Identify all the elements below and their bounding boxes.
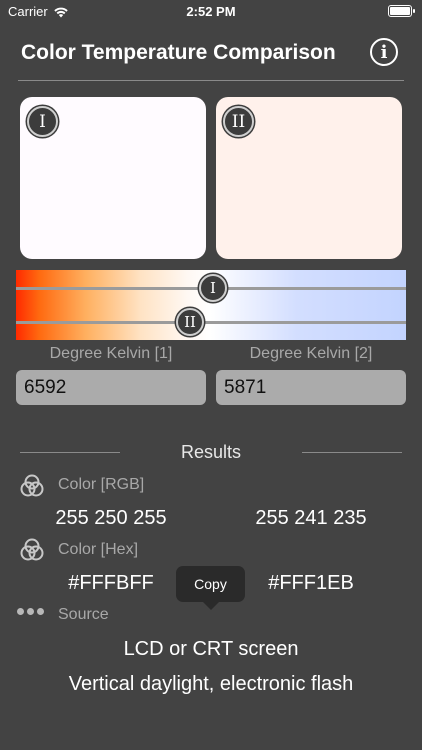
copy-tooltip[interactable]: Copy: [176, 566, 245, 610]
rgb-label: Color [RGB]: [58, 476, 145, 493]
status-bar: Carrier 2:52 PM: [0, 0, 422, 24]
status-time: 2:52 PM: [186, 4, 236, 19]
dot: [17, 608, 24, 615]
slider-thumb-2[interactable]: II: [176, 308, 204, 336]
battery-icon: [388, 5, 415, 17]
page-title: Color Temperature Comparison: [21, 41, 336, 64]
dots-icon: [17, 608, 44, 615]
slider-track-2[interactable]: [16, 321, 406, 324]
source-value-2: Vertical daylight, electronic flash: [68, 673, 354, 695]
results-divider-right: [302, 452, 402, 453]
rgb-value-1[interactable]: 255 250 255: [16, 507, 206, 530]
source-value-1: LCD or CRT screen: [123, 638, 299, 660]
header-divider: [18, 80, 404, 81]
battery-fill: [390, 7, 410, 15]
kelvin-label-2: Degree Kelvin [2]: [249, 345, 373, 362]
dot: [37, 608, 44, 615]
kelvin-label-1: Degree Kelvin [1]: [49, 345, 173, 362]
rgb-circles-icon: [20, 474, 44, 497]
kelvin-input-1[interactable]: [16, 370, 206, 405]
dot: [27, 608, 34, 615]
slider-thumb-1[interactable]: I: [199, 274, 227, 302]
swatch-badge-1: I: [27, 106, 58, 137]
source-label: Source: [58, 606, 109, 623]
color-swatch-2[interactable]: II: [216, 97, 402, 259]
kelvin-input-2[interactable]: [216, 370, 406, 405]
hex-circles-icon: [20, 538, 44, 561]
info-icon: i: [380, 41, 388, 63]
color-swatch-1[interactable]: I: [20, 97, 206, 259]
swatch-badge-2: II: [223, 106, 254, 137]
hex-label: Color [Hex]: [58, 541, 139, 558]
rgb-value-2[interactable]: 255 241 235: [216, 507, 406, 530]
info-button[interactable]: i: [370, 38, 398, 66]
